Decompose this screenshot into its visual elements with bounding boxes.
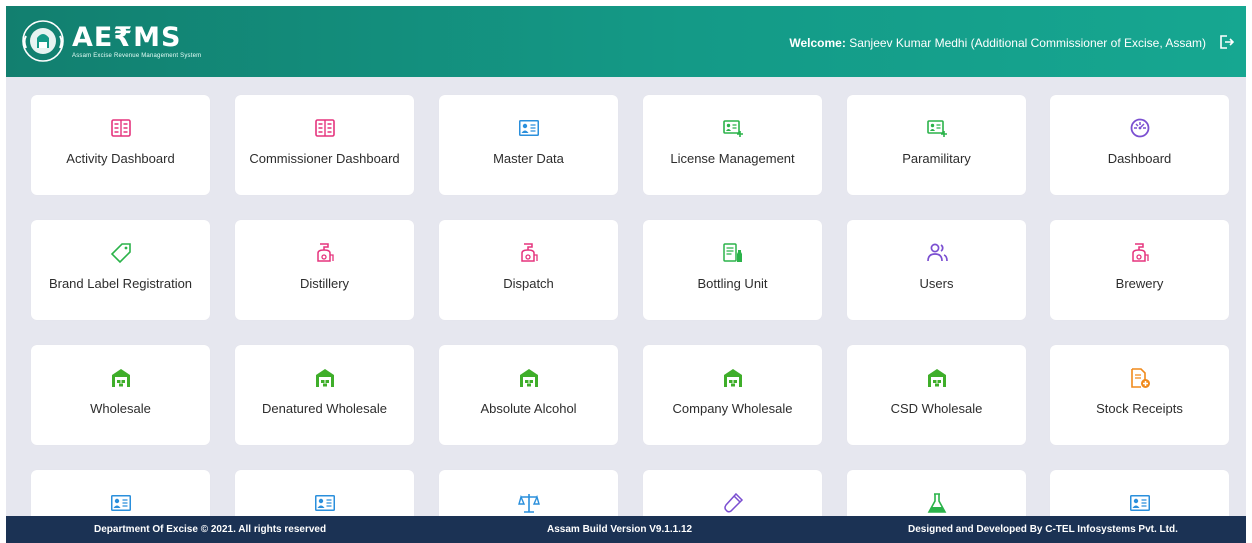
id-card-icon xyxy=(518,117,540,139)
distillery-icon xyxy=(1129,242,1151,264)
module-card[interactable]: Dashboard xyxy=(1050,95,1229,195)
test-tube-icon xyxy=(722,492,744,514)
module-card-label: Users xyxy=(919,276,954,291)
module-card[interactable]: CSD Wholesale xyxy=(847,345,1026,445)
module-card[interactable]: Stock Receipts xyxy=(1050,345,1229,445)
module-card-label: Commissioner Dashboard xyxy=(249,151,400,166)
module-card[interactable]: Company Wholesale xyxy=(643,345,822,445)
module-card-label: Dispatch xyxy=(503,276,554,291)
welcome-text: Welcome: Sanjeev Kumar Medhi (Additional… xyxy=(789,36,1206,50)
module-card-label: Master Data xyxy=(493,151,564,166)
distillery-icon xyxy=(314,242,336,264)
state-emblem-icon xyxy=(22,20,64,62)
tag-icon xyxy=(110,242,132,264)
bottling-icon xyxy=(722,242,744,264)
module-card-label: Company Wholesale xyxy=(672,401,793,416)
footer-build-version: Assam Build Version V9.1.1.12 xyxy=(547,524,693,535)
welcome-label: Welcome: xyxy=(789,36,846,50)
module-card[interactable]: Commissioner Dashboard xyxy=(235,95,414,195)
brand-logo[interactable]: AE₹MS Assam Excise Revenue Management Sy… xyxy=(20,12,201,70)
module-card-label: Paramilitary xyxy=(902,151,971,166)
report-grid-icon xyxy=(314,117,336,139)
warehouse-icon xyxy=(518,367,540,389)
warehouse-icon xyxy=(926,367,948,389)
top-header: AE₹MS Assam Excise Revenue Management Sy… xyxy=(6,6,1246,77)
license-card-icon xyxy=(926,117,948,139)
module-card[interactable]: Absolute Alcohol xyxy=(439,345,618,445)
footer-credits: Designed and Developed By C-TEL Infosyst… xyxy=(908,524,1178,535)
license-card-icon xyxy=(722,117,744,139)
module-card-label: Absolute Alcohol xyxy=(480,401,577,416)
footer: Department Of Excise © 2021. All rights … xyxy=(6,516,1246,543)
module-card-label: Brewery xyxy=(1115,276,1164,291)
module-card[interactable]: Paramilitary xyxy=(847,95,1026,195)
module-card-label: Dashboard xyxy=(1107,151,1172,166)
logout-icon[interactable] xyxy=(1218,34,1234,50)
module-card-label: Distillery xyxy=(299,276,350,291)
module-card[interactable]: Brewery xyxy=(1050,220,1229,320)
id-card-icon xyxy=(314,492,336,514)
id-card-icon xyxy=(110,492,132,514)
module-card-label: Bottling Unit xyxy=(697,276,768,291)
id-card-icon xyxy=(1129,492,1151,514)
module-card[interactable]: Distillery xyxy=(235,220,414,320)
module-card[interactable]: Users xyxy=(847,220,1026,320)
module-card-label: Brand Label Registration xyxy=(48,276,193,291)
module-card[interactable]: Master Data xyxy=(439,95,618,195)
module-card[interactable]: Activity Dashboard xyxy=(31,95,210,195)
warehouse-icon xyxy=(722,367,744,389)
module-card-label: Wholesale xyxy=(90,401,151,416)
document-add-icon xyxy=(1129,367,1151,389)
warehouse-icon xyxy=(110,367,132,389)
brand-title: AE₹MS xyxy=(72,21,182,53)
app-frame: AE₹MS Assam Excise Revenue Management Sy… xyxy=(6,6,1246,543)
brand-subtitle: Assam Excise Revenue Management System xyxy=(72,52,202,59)
module-card[interactable]: License Management xyxy=(643,95,822,195)
module-card[interactable]: Dispatch xyxy=(439,220,618,320)
module-card-label: CSD Wholesale xyxy=(890,401,983,416)
report-grid-icon xyxy=(110,117,132,139)
footer-copyright: Department Of Excise © 2021. All rights … xyxy=(94,524,327,535)
module-card-label: Denatured Wholesale xyxy=(261,401,388,416)
module-card-label: License Management xyxy=(670,151,795,166)
warehouse-icon xyxy=(314,367,336,389)
module-card-label: Stock Receipts xyxy=(1096,401,1183,416)
welcome-user: Sanjeev Kumar Medhi (Additional Commissi… xyxy=(845,36,1206,50)
scales-icon xyxy=(517,492,540,514)
module-card[interactable]: Wholesale xyxy=(31,345,210,445)
module-card[interactable]: Bottling Unit xyxy=(643,220,822,320)
module-card[interactable]: Denatured Wholesale xyxy=(235,345,414,445)
distillery-icon xyxy=(518,242,540,264)
users-icon xyxy=(926,242,948,264)
clock-gauge-icon xyxy=(1129,117,1151,139)
module-card-label: Activity Dashboard xyxy=(66,151,175,166)
module-card[interactable]: Brand Label Registration xyxy=(31,220,210,320)
flask-icon xyxy=(926,492,948,514)
